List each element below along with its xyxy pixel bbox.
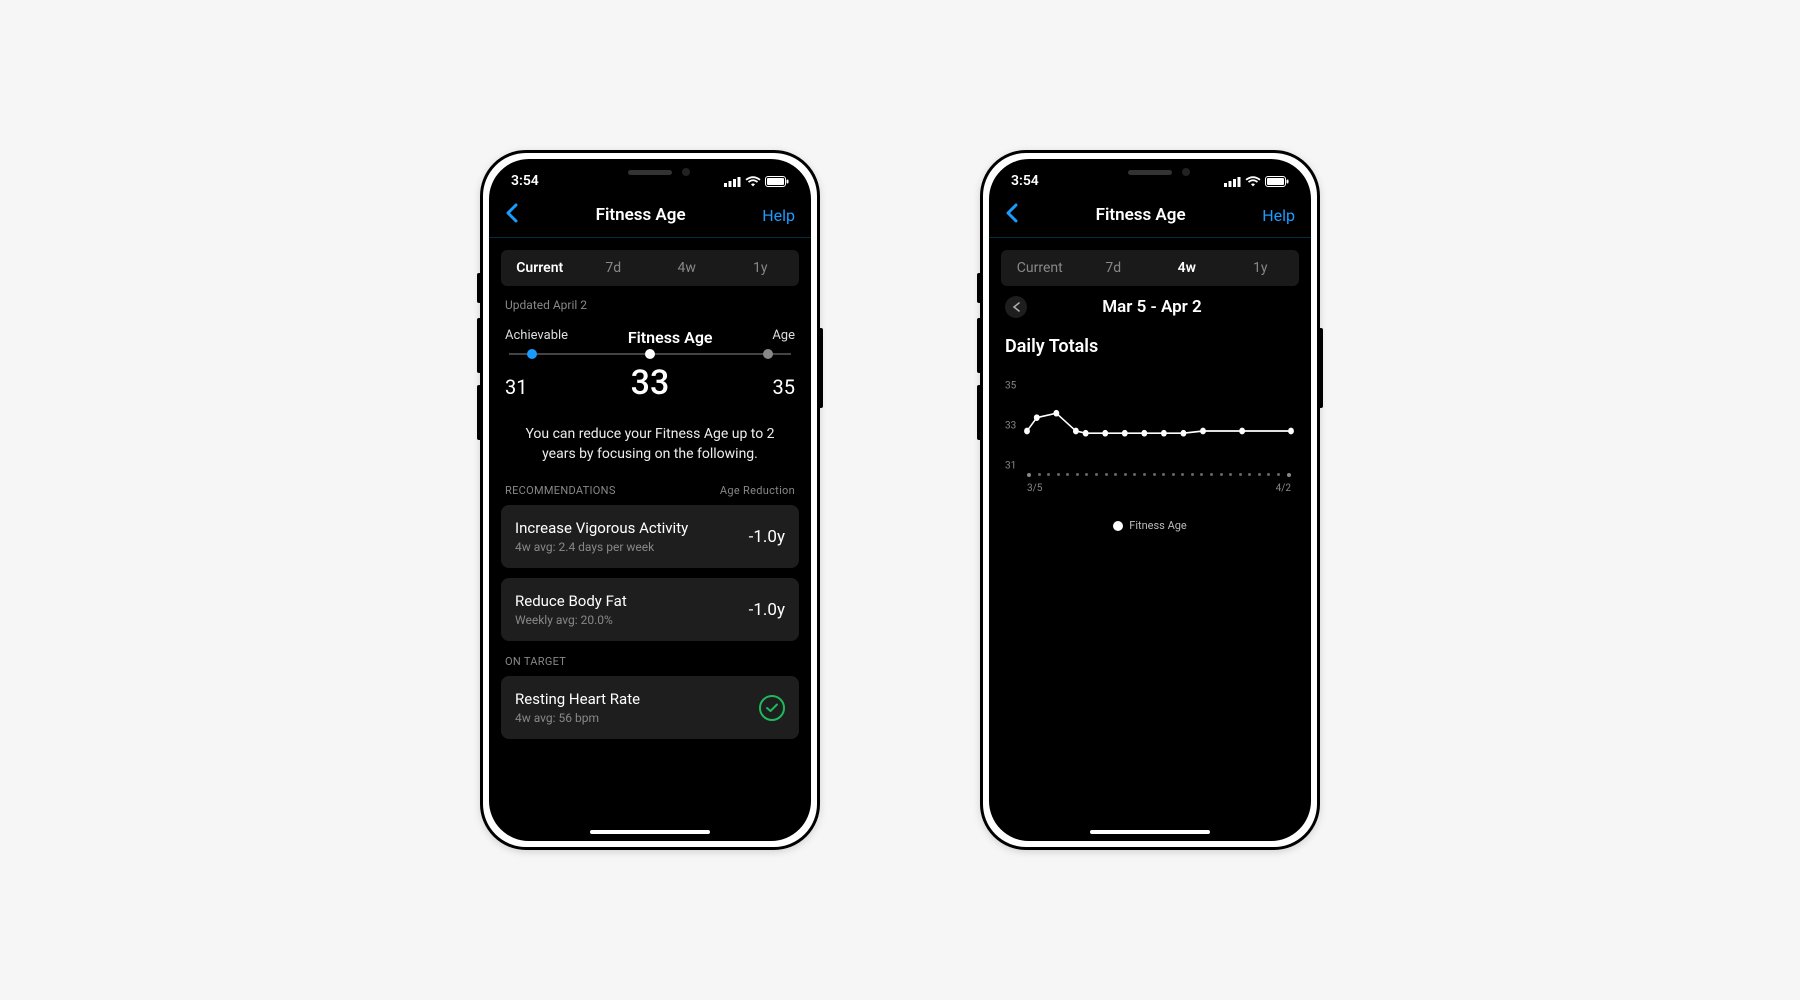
legend-dot-icon: [1113, 521, 1123, 531]
notch: [570, 159, 730, 185]
value-achievable: 31: [505, 375, 527, 399]
ontarget-title: Resting Heart Rate: [515, 690, 640, 708]
rec-delta: -1.0y: [749, 600, 785, 620]
status-time: 3:54: [511, 173, 539, 189]
battery-icon: [1265, 176, 1289, 187]
rec-sub: 4w avg: 2.4 days per week: [515, 540, 688, 554]
rec-sub: Weekly avg: 20.0%: [515, 613, 627, 627]
tab-1y[interactable]: 1y: [1224, 252, 1298, 284]
ontarget-header: ON TARGET: [489, 651, 811, 676]
label-age: Age: [772, 328, 795, 347]
screen-left: 3:54 Fitness Age Help Current 7d 4w 1y U…: [489, 159, 811, 841]
home-indicator[interactable]: [590, 830, 710, 834]
back-button[interactable]: [1005, 203, 1019, 227]
time-segment: Current 7d 4w 1y: [1001, 250, 1299, 286]
xend-label: 4/2: [1276, 483, 1291, 501]
dot-achievable: [527, 349, 537, 359]
ontarget-card-rhr[interactable]: Resting Heart Rate 4w avg: 56 bpm: [501, 676, 799, 739]
description-text: You can reduce your Fitness Age up to 2 …: [489, 407, 811, 478]
rec-card-bodyfat[interactable]: Reduce Body Fat Weekly avg: 20.0% -1.0y: [501, 578, 799, 641]
help-link[interactable]: Help: [762, 206, 795, 225]
tab-current[interactable]: Current: [503, 252, 577, 284]
home-indicator[interactable]: [1090, 830, 1210, 834]
phone-frame-right: 3:54 Fitness Age Help Current 7d 4w 1y M…: [980, 150, 1320, 850]
ytick-33: 33: [1005, 421, 1016, 432]
rec-card-vigorous[interactable]: Increase Vigorous Activity 4w avg: 2.4 d…: [501, 505, 799, 568]
tab-7d[interactable]: 7d: [1077, 252, 1151, 284]
chart-legend: Fitness Age: [1005, 519, 1295, 532]
phone-frame-left: 3:54 Fitness Age Help Current 7d 4w 1y U…: [480, 150, 820, 850]
help-link[interactable]: Help: [1262, 206, 1295, 225]
chart-section-title: Daily Totals: [989, 324, 1311, 361]
label-achievable: Achievable: [505, 328, 568, 347]
ytick-31: 31: [1005, 461, 1016, 472]
dot-age: [763, 349, 773, 359]
battery-icon: [765, 176, 789, 187]
updated-label: Updated April 2: [489, 286, 811, 318]
check-icon: [759, 695, 785, 721]
xstart-label: 3/5: [1027, 483, 1042, 501]
ytick-35: 35: [1005, 381, 1016, 392]
nav-bar: Fitness Age Help: [989, 195, 1311, 238]
value-fitness-age: 33: [631, 363, 670, 403]
page-title: Fitness Age: [1096, 205, 1186, 225]
line-plot: [1027, 381, 1291, 481]
date-range-label: Mar 5 - Apr 2: [1037, 297, 1295, 317]
tab-4w[interactable]: 4w: [1150, 252, 1224, 284]
dot-fitness: [645, 349, 655, 359]
date-range-row: Mar 5 - Apr 2: [989, 286, 1311, 324]
recommendations-header: RECOMMENDATIONS Age Reduction: [489, 478, 811, 505]
ontarget-sub: 4w avg: 56 bpm: [515, 711, 640, 725]
value-age: 35: [773, 375, 795, 399]
tab-7d[interactable]: 7d: [577, 252, 651, 284]
rec-delta: -1.0y: [749, 527, 785, 547]
back-button[interactable]: [505, 203, 519, 227]
rec-title: Reduce Body Fat: [515, 592, 627, 610]
notch: [1070, 159, 1230, 185]
tab-current[interactable]: Current: [1003, 252, 1077, 284]
chart: 35 33 31 3/5 4/2 Fitness Age: [989, 361, 1311, 542]
nav-bar: Fitness Age Help: [489, 195, 811, 238]
prev-range-button[interactable]: [1005, 296, 1027, 318]
age-scale: Achievable Fitness Age Age 31 33 35: [489, 318, 811, 407]
rec-title: Increase Vigorous Activity: [515, 519, 688, 537]
time-segment: Current 7d 4w 1y: [501, 250, 799, 286]
tab-1y[interactable]: 1y: [724, 252, 798, 284]
status-time: 3:54: [1011, 173, 1039, 189]
page-title: Fitness Age: [596, 205, 686, 225]
wifi-icon: [745, 176, 761, 187]
x-dot-row: [1027, 473, 1291, 479]
screen-right: 3:54 Fitness Age Help Current 7d 4w 1y M…: [989, 159, 1311, 841]
tab-4w[interactable]: 4w: [650, 252, 724, 284]
label-fitness-age: Fitness Age: [628, 328, 713, 347]
wifi-icon: [1245, 176, 1261, 187]
